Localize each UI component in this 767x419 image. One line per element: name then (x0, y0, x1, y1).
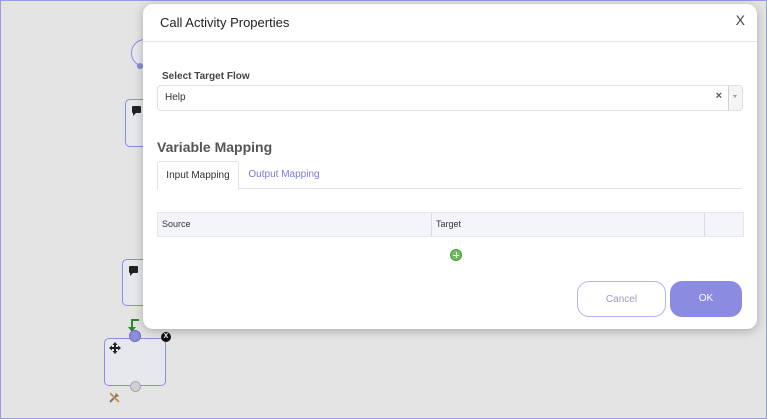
message-icon (132, 106, 141, 116)
ok-button[interactable]: OK (670, 281, 742, 317)
workflow-canvas: X Call Activity Properties X Select Targ… (0, 0, 767, 419)
variable-mapping-heading: Variable Mapping (157, 139, 273, 155)
tab-input-mapping[interactable]: Input Mapping (157, 161, 239, 190)
mapping-grid-header: Source Target (157, 212, 744, 237)
chevron-down-icon[interactable] (728, 86, 742, 110)
canvas-node-in-port[interactable] (129, 330, 141, 342)
canvas-node-out-port[interactable] (130, 381, 141, 392)
target-flow-value: Help (165, 92, 186, 103)
move-icon[interactable] (109, 342, 121, 354)
column-source: Source (158, 213, 432, 236)
target-flow-select[interactable]: Help × (157, 85, 743, 111)
message-icon (129, 266, 138, 276)
add-mapping-icon[interactable] (450, 249, 462, 261)
node-delete-icon[interactable]: X (161, 332, 171, 342)
call-activity-properties-dialog: Call Activity Properties X Select Target… (143, 4, 757, 329)
close-button[interactable]: X (736, 12, 745, 28)
tools-icon[interactable] (108, 391, 121, 404)
cancel-button[interactable]: Cancel (577, 281, 666, 317)
column-actions (705, 213, 743, 236)
dialog-title: Call Activity Properties (160, 15, 290, 30)
mapping-tabs: Input Mapping Output Mapping (157, 161, 742, 190)
column-target: Target (432, 213, 705, 236)
dialog-header: Call Activity Properties X (143, 4, 757, 42)
clear-selection-icon[interactable]: × (716, 90, 722, 102)
target-flow-label: Select Target Flow (162, 71, 250, 82)
tab-output-mapping[interactable]: Output Mapping (241, 161, 327, 188)
